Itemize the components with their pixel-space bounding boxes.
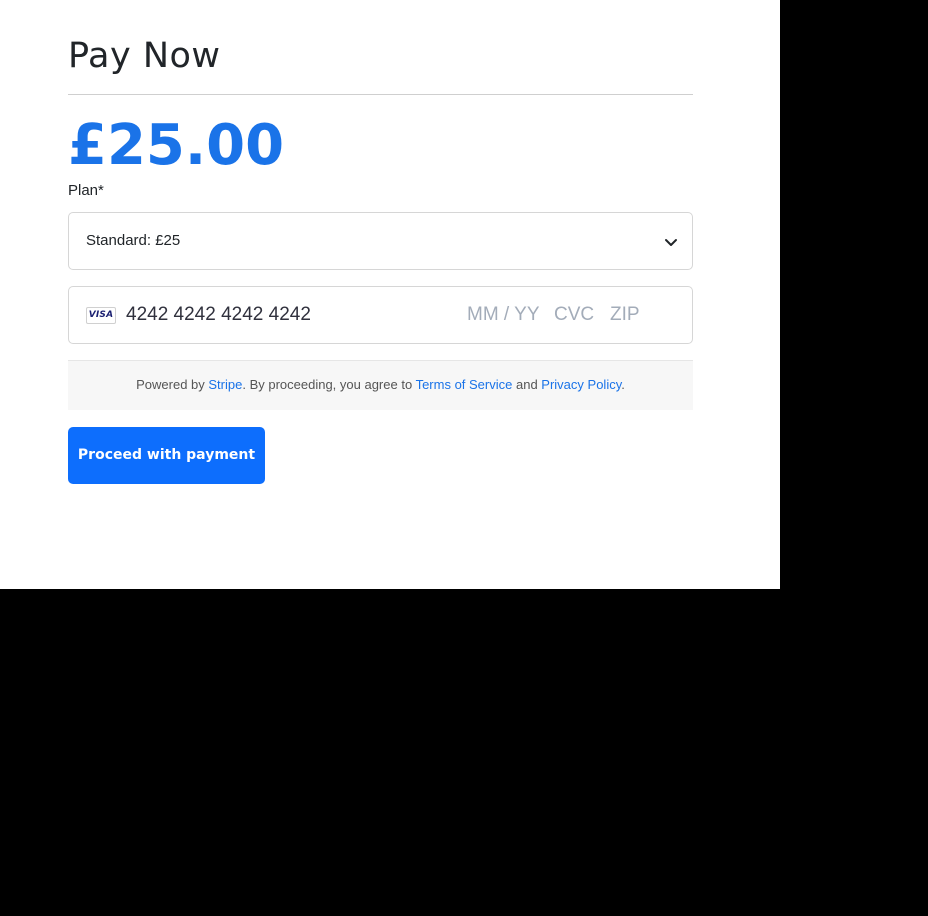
card-number-field[interactable]: 4242 4242 4242 4242 xyxy=(126,304,311,326)
visa-card-icon: VISA xyxy=(86,307,116,324)
plan-select-value: Standard: £25 xyxy=(86,232,181,249)
page-title: Pay Now xyxy=(68,36,221,76)
chevron-down-icon xyxy=(665,239,677,246)
card-expiry-field[interactable]: MM / YY xyxy=(467,304,540,326)
notice-suffix: . xyxy=(621,377,625,392)
card-input[interactable]: VISA 4242 4242 4242 4242 MM / YY CVC ZIP xyxy=(68,286,693,344)
privacy-policy-link[interactable]: Privacy Policy xyxy=(541,377,621,392)
visa-brand-text: VISA xyxy=(88,310,114,320)
notice-middle: . By proceeding, you agree to xyxy=(242,377,416,392)
title-divider xyxy=(68,94,693,95)
notice-prefix: Powered by xyxy=(136,377,209,392)
card-cvc-field[interactable]: CVC xyxy=(554,304,594,326)
payment-panel: Pay Now £25.00 Plan* Standard: £25 VISA … xyxy=(0,0,780,589)
stripe-link[interactable]: Stripe xyxy=(208,377,242,392)
card-zip-field[interactable]: ZIP xyxy=(610,304,640,326)
terms-of-service-link[interactable]: Terms of Service xyxy=(416,377,513,392)
proceed-payment-button[interactable]: Proceed with payment xyxy=(68,427,265,484)
plan-select[interactable]: Standard: £25 xyxy=(68,212,693,270)
notice-and: and xyxy=(512,377,542,392)
stripe-notice: Powered by Stripe. By proceeding, you ag… xyxy=(68,360,693,410)
payment-amount: £25.00 xyxy=(68,113,285,178)
plan-label: Plan* xyxy=(68,182,104,199)
